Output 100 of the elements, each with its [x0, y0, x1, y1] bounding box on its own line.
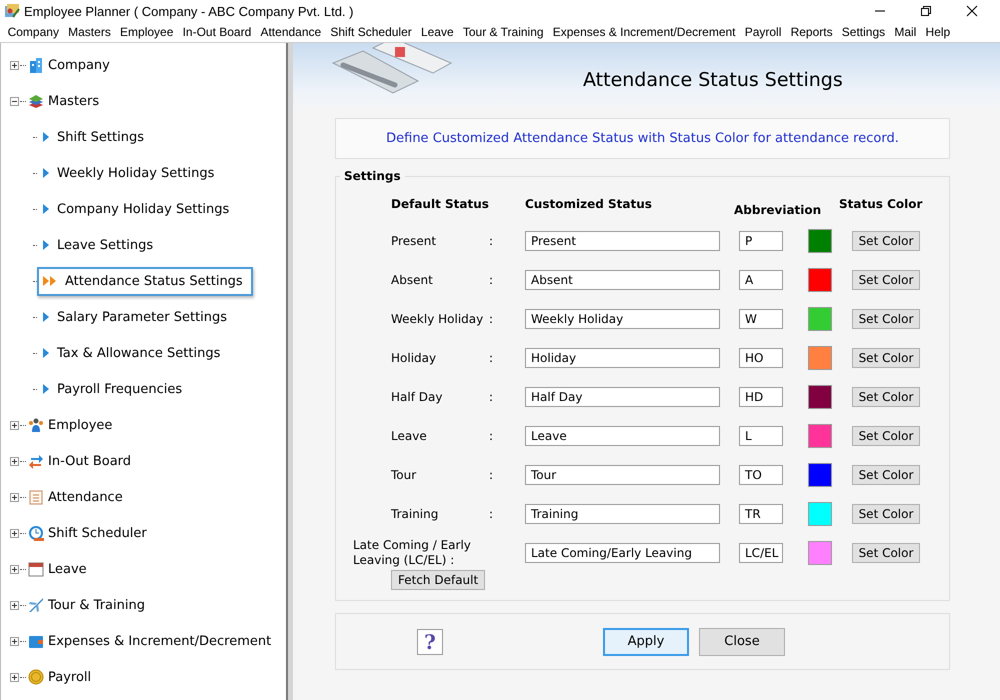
- menu-item[interactable]: Tour & Training: [458, 25, 548, 39]
- input-field[interactable]: LC/EL: [739, 542, 783, 563]
- menu-item[interactable]: Mail: [890, 25, 921, 39]
- set-color-button[interactable]: Set Color: [852, 504, 920, 524]
- input-field[interactable]: HD: [739, 386, 783, 407]
- menu-item[interactable]: Attendance: [256, 25, 326, 39]
- arrow-icon: [43, 132, 49, 142]
- menu-item[interactable]: Company: [3, 25, 64, 39]
- set-color-button[interactable]: Set Color: [852, 426, 920, 446]
- expand-icon[interactable]: [10, 600, 19, 610]
- input-field[interactable]: Present: [525, 230, 720, 251]
- column-header: Status Color: [839, 197, 924, 212]
- colon: :: [488, 390, 493, 404]
- tree-item[interactable]: Shift Scheduler: [48, 526, 147, 540]
- input-field[interactable]: L: [739, 426, 783, 446]
- expand-icon[interactable]: [10, 564, 19, 574]
- fetch-default-button[interactable]: Fetch Default: [391, 570, 486, 590]
- tree-item[interactable]: Company Holiday Settings: [37, 194, 240, 224]
- set-color-button[interactable]: Set Color: [852, 230, 920, 251]
- status-label: Half Day: [391, 390, 442, 404]
- arrow-icon: [43, 204, 49, 214]
- set-color-button[interactable]: Set Color: [852, 386, 920, 407]
- column-header: Customized Status: [525, 197, 653, 212]
- input-field[interactable]: P: [739, 230, 783, 251]
- colon: :: [488, 468, 493, 482]
- menu-item[interactable]: Help: [920, 25, 955, 39]
- restore-icon[interactable]: [920, 5, 932, 17]
- tree-item[interactable]: Company: [48, 58, 110, 72]
- status-label: Present: [391, 234, 436, 248]
- set-color-button[interactable]: Set Color: [852, 542, 920, 563]
- info-text: Define Customized Attendance Status with Status Color for attendance record.: [386, 130, 899, 146]
- tree-item[interactable]: Tour & Training: [48, 598, 145, 612]
- dialog-button[interactable]: Apply: [603, 628, 689, 656]
- status-label: Late Coming / Early Leaving (LC/EL) :: [353, 538, 472, 568]
- arrow-icon: [43, 348, 49, 358]
- colon: :: [488, 428, 493, 443]
- expand-icon[interactable]: [10, 420, 19, 430]
- input-field[interactable]: Tour: [525, 464, 720, 485]
- layers-icon: [28, 93, 44, 109]
- status-label: Holiday: [391, 350, 436, 365]
- colon: :: [488, 272, 493, 287]
- input-field[interactable]: Absent: [525, 270, 720, 290]
- input-field[interactable]: Late Coming/Early Leaving: [525, 542, 720, 563]
- expand-icon[interactable]: [10, 672, 19, 682]
- tree-item[interactable]: Shift Settings: [37, 122, 154, 152]
- menu-item[interactable]: Shift Scheduler: [326, 25, 416, 39]
- app-icon: [4, 3, 20, 19]
- input-field[interactable]: Training: [525, 504, 720, 524]
- input-field[interactable]: Weekly Holiday: [525, 308, 720, 329]
- status-label: Weekly Holiday: [391, 312, 484, 326]
- input-field[interactable]: TO: [739, 464, 783, 485]
- help-button[interactable]: ?: [417, 628, 443, 654]
- menu-item[interactable]: Expenses & Increment/Decrement: [548, 25, 740, 39]
- input-field[interactable]: HO: [739, 348, 783, 368]
- set-color-button[interactable]: Set Color: [852, 464, 920, 485]
- column-header: Default Status: [390, 197, 490, 212]
- menu-item[interactable]: Employee: [115, 25, 178, 39]
- input-field[interactable]: A: [739, 270, 783, 290]
- tree-item[interactable]: Employee: [48, 418, 112, 432]
- menu-item[interactable]: Leave: [416, 25, 458, 39]
- menu-item[interactable]: Settings: [837, 25, 890, 39]
- tree-item[interactable]: Payroll: [48, 670, 92, 684]
- close-icon[interactable]: [966, 5, 978, 17]
- status-label: Absent: [391, 272, 433, 287]
- tree-item[interactable]: Weekly Holiday Settings: [37, 158, 224, 188]
- column-header: Abbreviation: [734, 203, 822, 220]
- tree-item[interactable]: Expenses & Increment/Decrement: [48, 634, 272, 648]
- input-field[interactable]: TR: [739, 504, 783, 524]
- collapse-icon[interactable]: [10, 96, 19, 106]
- tree-item[interactable]: Leave Settings: [37, 230, 164, 260]
- expand-icon[interactable]: [10, 60, 19, 70]
- input-field[interactable]: W: [739, 308, 783, 329]
- input-field[interactable]: Holiday: [525, 348, 720, 368]
- colon: :: [488, 312, 493, 326]
- menu-item[interactable]: Reports: [786, 25, 838, 39]
- expand-icon[interactable]: [10, 636, 19, 646]
- tree-item[interactable]: Salary Parameter Settings: [37, 302, 238, 332]
- tree-item[interactable]: Payroll Frequencies: [37, 374, 192, 404]
- menu-item[interactable]: Masters: [64, 25, 116, 39]
- tree-item[interactable]: Leave: [48, 562, 87, 576]
- menu-item[interactable]: In-Out Board: [178, 25, 256, 39]
- set-color-button[interactable]: Set Color: [852, 270, 920, 290]
- clock-icon: [28, 525, 44, 541]
- expand-icon[interactable]: [10, 492, 19, 502]
- expand-icon[interactable]: [10, 456, 19, 466]
- people-icon: [28, 417, 44, 433]
- tree-item[interactable]: Attendance Status Settings: [37, 266, 253, 296]
- set-color-button[interactable]: Set Color: [852, 348, 920, 368]
- status-label: Training: [391, 506, 438, 521]
- menu-item[interactable]: Payroll: [740, 25, 786, 39]
- tree-item[interactable]: Tax & Allowance Settings: [37, 338, 230, 368]
- clipboard-icon: [28, 489, 44, 505]
- set-color-button[interactable]: Set Color: [852, 308, 920, 329]
- tree-item[interactable]: Masters: [48, 94, 100, 108]
- tree-item[interactable]: Attendance: [48, 490, 123, 504]
- expand-icon[interactable]: [10, 528, 19, 538]
- tree-item[interactable]: In-Out Board: [48, 454, 132, 468]
- input-field[interactable]: Half Day: [525, 386, 720, 407]
- input-field[interactable]: Leave: [525, 426, 720, 446]
- dialog-button[interactable]: Close: [699, 628, 785, 656]
